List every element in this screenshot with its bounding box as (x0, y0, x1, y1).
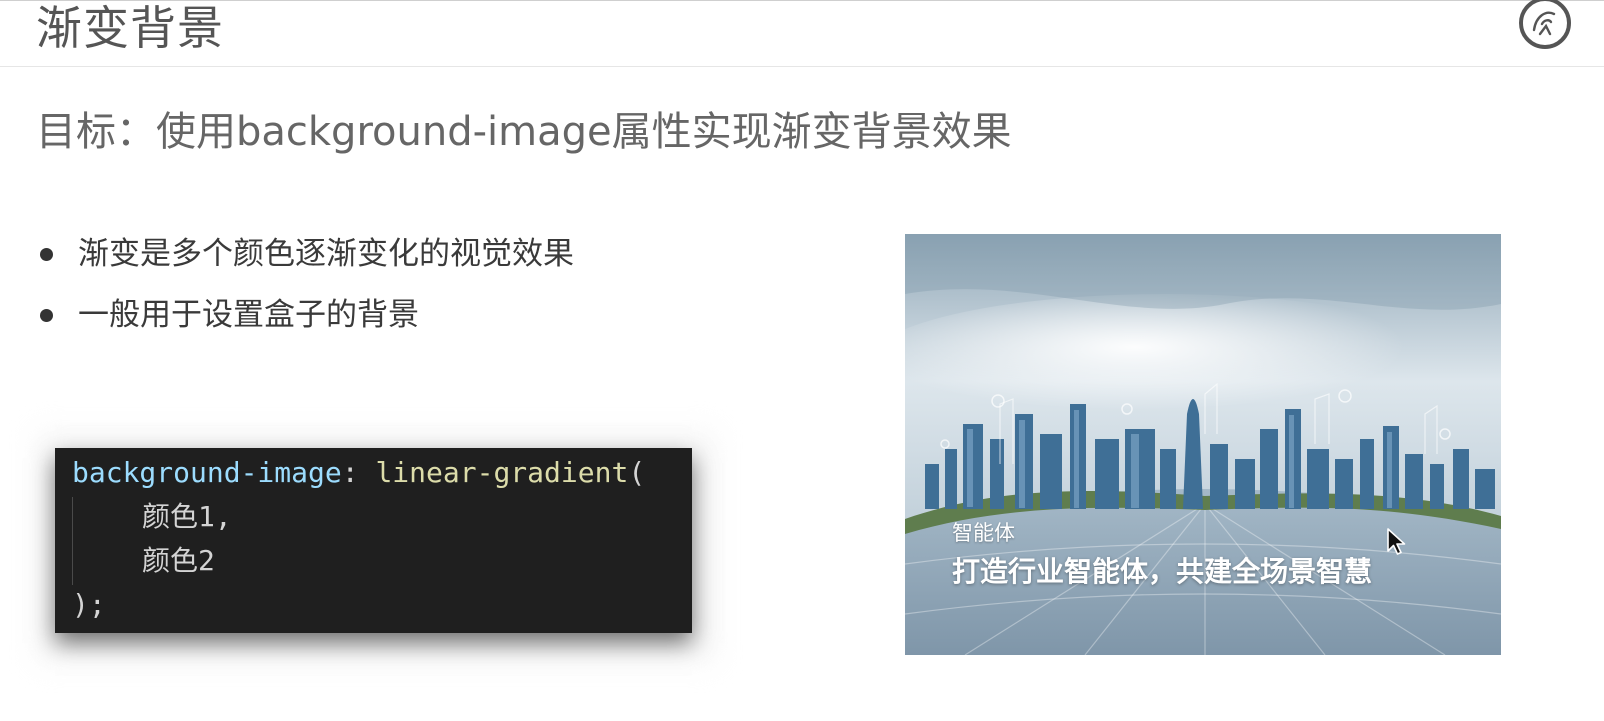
code-line: 颜色1, (72, 495, 692, 539)
code-colon: : (341, 456, 359, 489)
brand-logo-icon (1519, 0, 1571, 49)
code-arg: 颜色2 (142, 544, 215, 577)
code-block: background-image: linear-gradient( 颜色1, 颜色… (55, 448, 692, 633)
slide-header: 渐变背景 (0, 0, 1604, 67)
code-arg: 颜色1, (142, 500, 232, 533)
bullet-dot-icon (40, 309, 53, 322)
code-line: 颜色2 (72, 539, 692, 583)
code-close: ); (72, 588, 106, 621)
code-indent-guide (72, 497, 73, 585)
slide: 渐变背景 目标：使用background-image属性实现渐变背景效果 渐变是… (0, 0, 1604, 721)
code-line: ); (72, 583, 692, 627)
banner-headline: 打造行业智能体，共建全场景智慧 (952, 555, 1373, 588)
code-open-paren: ( (628, 456, 646, 489)
banner-kicker: 智能体 (952, 521, 1015, 545)
bullet-item: 一般用于设置盒子的背景 (36, 289, 574, 350)
bullet-list: 渐变是多个颜色逐渐变化的视觉效果 一般用于设置盒子的背景 (36, 228, 574, 350)
page-title: 渐变背景 (36, 1, 224, 55)
mouse-pointer-icon (1387, 528, 1406, 555)
code-property: background-image (72, 456, 342, 489)
bullet-text: 一般用于设置盒子的背景 (78, 297, 419, 333)
city-banner-image: 智能体 打造行业智能体，共建全场景智慧 (905, 234, 1501, 655)
code-line: background-image: linear-gradient( (72, 451, 692, 495)
bullet-dot-icon (40, 248, 53, 261)
lesson-goal: 目标：使用background-image属性实现渐变背景效果 (36, 109, 1012, 155)
bullet-text: 渐变是多个颜色逐渐变化的视觉效果 (78, 236, 574, 272)
bullet-item: 渐变是多个颜色逐渐变化的视觉效果 (36, 228, 574, 289)
code-function: linear-gradient (375, 456, 629, 489)
